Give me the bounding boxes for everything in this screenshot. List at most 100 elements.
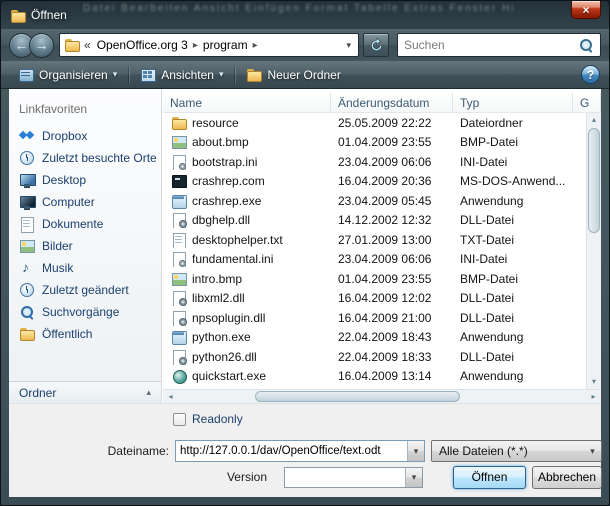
scroll-up-icon[interactable]: ▴ — [587, 113, 601, 127]
help-button[interactable]: ? — [581, 65, 600, 84]
forward-button[interactable]: → — [29, 33, 54, 58]
horizontal-scrollbar-thumb[interactable] — [255, 391, 460, 402]
titlebar[interactable]: Datei Bearbeiten Ansicht Einfügen Format… — [1, 1, 609, 29]
cancel-button[interactable]: Abbrechen — [532, 466, 602, 489]
file-name: crashrep.exe — [192, 194, 261, 208]
file-row[interactable]: about.bmp 01.04.2009 23:55 BMP-Datei — [163, 133, 586, 153]
version-select[interactable]: ▾ — [284, 467, 423, 488]
file-row[interactable]: resource 25.05.2009 22:22 Dateiordner — [163, 113, 586, 133]
sidebar-item-desktop[interactable]: Desktop — [9, 169, 161, 191]
sidebar-item-public[interactable]: Öffentlich — [9, 323, 161, 345]
sidebar-item-music[interactable]: Musik — [9, 257, 161, 279]
file-name: about.bmp — [192, 135, 249, 149]
column-header-modified[interactable]: Änderungsdatum — [331, 93, 453, 112]
file-date: 25.05.2009 22:22 — [331, 116, 453, 130]
desktop-icon — [19, 172, 35, 188]
sidebar-item-recently-changed[interactable]: Zuletzt geändert — [9, 279, 161, 301]
file-row[interactable]: bootstrap.ini 23.04.2009 06:06 INI-Datei — [163, 152, 586, 172]
address-dropdown-button[interactable]: ▾ — [343, 40, 354, 51]
scroll-down-icon[interactable]: ▾ — [587, 375, 601, 389]
sidebar-item-computer[interactable]: Computer — [9, 191, 161, 213]
readonly-label[interactable]: Readonly — [192, 412, 243, 426]
file-type: TXT-Datei — [453, 233, 573, 247]
file-list: Name Änderungsdatum Typ G resource 25.05… — [163, 93, 601, 403]
public-folder-icon — [19, 326, 35, 342]
open-button[interactable]: Öffnen — [453, 466, 526, 489]
file-row[interactable]: quickstart.exe 16.04.2009 13:14 Anwendun… — [163, 367, 586, 387]
new-folder-button[interactable]: Neuer Ordner — [238, 64, 348, 86]
breadcrumb[interactable]: « OpenOffice.org 3 ▸ program ▸ ▾ — [59, 33, 359, 57]
column-header-name[interactable]: Name — [163, 93, 331, 112]
chevron-down-icon: ▾ — [219, 69, 224, 80]
breadcrumb-folder-icon — [64, 37, 80, 53]
file-date: 16.04.2009 21:00 — [331, 311, 453, 325]
readonly-checkbox[interactable] — [173, 413, 186, 426]
close-button[interactable]: × — [571, 1, 601, 19]
bmp-file-icon — [171, 271, 187, 287]
vertical-scrollbar-thumb[interactable] — [588, 128, 600, 233]
filename-dropdown-button[interactable]: ▾ — [407, 441, 424, 461]
version-dropdown-button[interactable]: ▾ — [405, 468, 422, 487]
file-row[interactable]: libxml2.dll 16.04.2009 12:02 DLL-Datei — [163, 289, 586, 309]
file-row[interactable]: desktophelper.txt 27.01.2009 13:00 TXT-D… — [163, 230, 586, 250]
application-icon — [171, 193, 187, 209]
dll-file-icon — [171, 290, 187, 306]
file-name: resource — [192, 116, 239, 130]
sidebar-item-documents[interactable]: Dokumente — [9, 213, 161, 235]
file-name: crashrep.com — [192, 174, 265, 188]
search-input[interactable] — [404, 38, 579, 52]
sidebar-item-label: Suchvorgänge — [42, 305, 119, 319]
sidebar-item-label: Computer — [42, 195, 95, 209]
file-row[interactable]: dbghelp.dll 14.12.2002 12:32 DLL-Datei — [163, 211, 586, 231]
sidebar-item-dropbox[interactable]: Dropbox — [9, 125, 161, 147]
sidebar-item-recent-places[interactable]: Zuletzt besuchte Orte — [9, 147, 161, 169]
file-type: BMP-Datei — [453, 272, 573, 286]
new-folder-label: Neuer Ordner — [267, 68, 340, 82]
chevron-down-icon: ▾ — [113, 69, 118, 80]
folders-expander[interactable]: Ordner ▴ — [9, 381, 161, 403]
file-date: 14.12.2002 12:32 — [331, 213, 453, 227]
dialog-content: Linkfavoriten Dropbox Zuletzt besuchte O… — [9, 89, 601, 497]
views-button[interactable]: Ansichten ▾ — [132, 64, 231, 86]
filename-input[interactable] — [176, 441, 407, 461]
horizontal-scrollbar[interactable]: ◂ ▸ — [163, 389, 601, 403]
chevron-right-icon[interactable]: ▸ — [193, 40, 198, 51]
file-row[interactable]: crashrep.exe 23.04.2009 05:45 Anwendung — [163, 191, 586, 211]
filetype-dropdown-button[interactable]: ▾ — [584, 441, 601, 461]
sidebar-item-pictures[interactable]: Bilder — [9, 235, 161, 257]
version-label: Version — [167, 467, 267, 487]
breadcrumb-item-openoffice[interactable]: OpenOffice.org 3 — [95, 38, 190, 52]
file-row[interactable]: fundamental.ini 23.04.2009 06:06 INI-Dat… — [163, 250, 586, 270]
breadcrumb-overflow-chevrons[interactable]: « — [83, 38, 92, 52]
scroll-right-icon[interactable]: ▸ — [586, 390, 601, 403]
sidebar-item-label: Dropbox — [42, 129, 87, 143]
version-value — [285, 468, 405, 487]
file-row[interactable]: python26.dll 22.04.2009 18:33 DLL-Datei — [163, 347, 586, 367]
file-name: dbghelp.dll — [192, 213, 250, 227]
vertical-scrollbar[interactable]: ▴ ▾ — [586, 113, 601, 389]
search-icon[interactable] — [579, 38, 594, 53]
file-date: 23.04.2009 06:06 — [331, 252, 453, 266]
file-type: Anwendung — [453, 330, 573, 344]
file-type: MS-DOS-Anwend... — [453, 174, 573, 188]
command-toolbar: Organisieren ▾ Ansichten ▾ Neuer Ordner … — [1, 61, 609, 89]
organize-button[interactable]: Organisieren ▾ — [10, 64, 125, 86]
chevron-down-icon: ▾ — [412, 472, 417, 483]
chevron-right-icon[interactable]: ▸ — [253, 40, 258, 51]
file-row[interactable]: intro.bmp 01.04.2009 23:55 BMP-Datei — [163, 269, 586, 289]
file-row[interactable]: npsoplugin.dll 16.04.2009 21:00 DLL-Date… — [163, 308, 586, 328]
file-type: Anwendung — [453, 369, 573, 383]
file-type: BMP-Datei — [453, 135, 573, 149]
file-row[interactable]: crashrep.com 16.04.2009 20:36 MS-DOS-Anw… — [163, 172, 586, 192]
column-header-size[interactable]: G — [573, 93, 601, 112]
column-header-type[interactable]: Typ — [453, 93, 573, 112]
filetype-select[interactable]: Alle Dateien (*.*) ▾ — [431, 440, 602, 462]
search-box — [397, 33, 601, 57]
organize-icon — [18, 67, 34, 83]
breadcrumb-item-program[interactable]: program — [201, 38, 250, 52]
scroll-left-icon[interactable]: ◂ — [163, 390, 178, 403]
file-name: npsoplugin.dll — [192, 311, 265, 325]
file-row[interactable]: python.exe 22.04.2009 18:43 Anwendung — [163, 328, 586, 348]
refresh-button[interactable] — [363, 33, 389, 57]
sidebar-item-searches[interactable]: Suchvorgänge — [9, 301, 161, 323]
